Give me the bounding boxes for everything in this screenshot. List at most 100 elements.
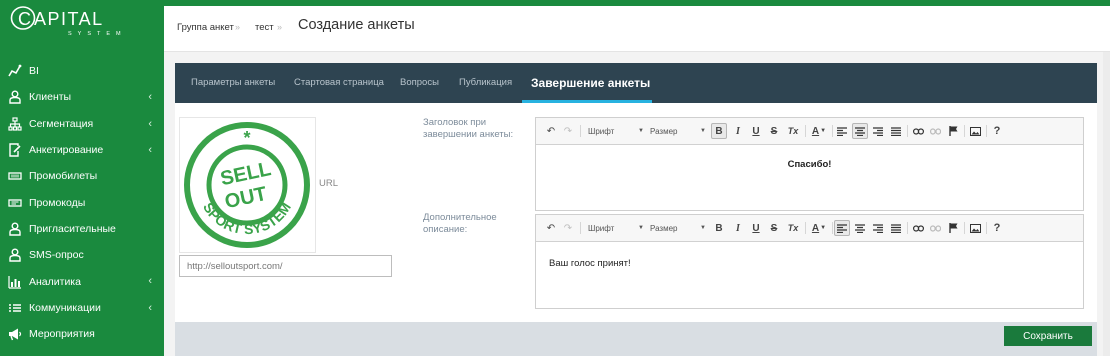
toolbar-separator <box>964 222 965 234</box>
align-center-icon[interactable] <box>853 220 867 236</box>
text-color-button[interactable]: A ▼ <box>809 123 829 139</box>
sidebar-item-label: Аналитика <box>29 275 81 288</box>
undo-icon[interactable]: ↶ <box>544 123 558 139</box>
image-url-input[interactable] <box>179 255 392 277</box>
align-justify-icon[interactable] <box>889 220 903 236</box>
tab-survey-parameters[interactable]: Параметры анкеты <box>191 77 275 88</box>
caret-down-icon: ▼ <box>638 128 644 134</box>
image-icon[interactable] <box>968 220 982 236</box>
toolbar-separator <box>832 125 833 137</box>
link-icon[interactable] <box>911 123 925 139</box>
sidebar-item-label: Мероприятия <box>29 328 95 341</box>
strikethrough-button[interactable]: S <box>767 220 781 236</box>
undo-icon[interactable]: ↶ <box>544 220 558 236</box>
sidebar-item-label: SMS-опрос <box>29 249 84 262</box>
save-button[interactable]: Сохранить <box>1004 326 1092 346</box>
barcode-icon <box>8 196 22 210</box>
url-label: URL <box>319 178 339 189</box>
align-left-icon[interactable] <box>834 220 850 236</box>
image-icon[interactable] <box>968 123 982 139</box>
align-justify-icon[interactable] <box>889 123 903 139</box>
sidebar-item-analytics[interactable]: Аналитика ‹ <box>0 268 164 294</box>
additional-description-editor: ↶ ↷ Шрифт ▼ Размер ▼ B I U S Tx A ▼ ? Ваш г… <box>535 214 1084 309</box>
toolbar-separator <box>805 222 806 234</box>
underline-button[interactable]: U <box>749 123 763 139</box>
breadcrumb-test[interactable]: тест <box>255 22 274 33</box>
breadcrumb-survey-group[interactable]: Группа анкет <box>177 22 234 33</box>
size-dropdown[interactable]: Размер ▼ <box>650 220 706 236</box>
unlink-icon[interactable] <box>928 220 942 236</box>
text-color-button[interactable]: A ▼ <box>809 220 829 236</box>
sitemap-icon <box>8 117 22 131</box>
italic-button[interactable]: I <box>731 123 745 139</box>
strikethrough-button[interactable]: S <box>767 123 781 139</box>
size-dropdown[interactable]: Размер ▼ <box>650 123 706 139</box>
sidebar-item-segmentation[interactable]: Сегментация ‹ <box>0 111 164 137</box>
svg-text:*: * <box>243 128 250 148</box>
underline-button[interactable]: U <box>749 220 763 236</box>
bold-button[interactable]: B <box>711 220 727 236</box>
align-left-icon[interactable] <box>835 123 849 139</box>
sellout-sport-logo: * SELL OUT SPORT SYSTEM <box>184 122 310 248</box>
font-dropdown[interactable]: Шрифт ▼ <box>588 123 644 139</box>
align-center-icon[interactable] <box>852 123 868 139</box>
sidebar-item-promotickets[interactable]: Промобилеты <box>0 163 164 189</box>
font-dropdown[interactable]: Шрифт ▼ <box>588 220 644 236</box>
size-dropdown-label: Размер <box>650 126 678 136</box>
completion-image[interactable]: * SELL OUT SPORT SYSTEM <box>179 117 316 253</box>
tab-survey-completion[interactable]: Завершение анкеты <box>531 76 650 90</box>
caret-down-icon: ▼ <box>820 225 827 231</box>
editor-toolbar: ↶ ↷ Шрифт ▼ Размер ▼ B I U S Tx A ▼ ? <box>536 118 1083 145</box>
completion-header-body[interactable]: Спасибо! <box>536 145 1083 210</box>
chevron-left-icon: ‹ <box>148 91 152 104</box>
tab-publication[interactable]: Публикация <box>459 77 512 88</box>
text-color-label: A <box>811 125 820 137</box>
sidebar-item-invitations[interactable]: Пригласительные <box>0 216 164 242</box>
sidebar-item-label: Сегментация <box>29 117 94 130</box>
align-right-icon[interactable] <box>871 220 885 236</box>
sidebar-item-promocodes[interactable]: Промокоды <box>0 189 164 215</box>
clear-format-button[interactable]: Tx <box>785 123 801 139</box>
unlink-icon[interactable] <box>928 123 942 139</box>
capital-logo[interactable]: C APITAL SYSTEM <box>10 4 140 40</box>
redo-icon[interactable]: ↷ <box>561 220 575 236</box>
sidebar-item-clients[interactable]: Клиенты ‹ <box>0 84 164 110</box>
tab-start-page[interactable]: Стартовая страница <box>294 77 384 88</box>
breadcrumb-separator: » <box>277 22 283 32</box>
sidebar-item-events[interactable]: Мероприятия <box>0 321 164 347</box>
help-button[interactable]: ? <box>990 123 1004 139</box>
user-sms-icon <box>8 248 22 262</box>
link-icon[interactable] <box>911 220 925 236</box>
font-dropdown-label: Шрифт <box>588 126 615 136</box>
sidebar-item-sms-survey[interactable]: SMS-опрос <box>0 242 164 268</box>
align-right-icon[interactable] <box>871 123 885 139</box>
sidebar-item-surveys[interactable]: Анкетирование ‹ <box>0 137 164 163</box>
sidebar-item-bi[interactable]: BI <box>0 58 164 84</box>
sidebar: C APITAL SYSTEM BI Клиенты ‹ Сегментация… <box>0 0 164 356</box>
bar-chart-icon <box>8 275 22 289</box>
size-dropdown-label: Размер <box>650 223 678 233</box>
bold-button[interactable]: B <box>711 123 727 139</box>
additional-description-body[interactable]: Ваш голос принят! <box>536 242 1083 308</box>
tab-questions[interactable]: Вопросы <box>400 77 439 88</box>
sidebar-item-label: Промобилеты <box>29 170 98 183</box>
sidebar-item-label: Анкетирование <box>29 144 104 157</box>
page-scrollbar[interactable] <box>1103 52 1110 356</box>
toolbar-separator <box>805 125 806 137</box>
svg-text:SYSTEM: SYSTEM <box>68 31 127 37</box>
flag-icon[interactable] <box>946 220 960 236</box>
sidebar-item-communications[interactable]: Коммуникации ‹ <box>0 295 164 321</box>
help-button[interactable]: ? <box>990 220 1004 236</box>
toolbar-separator <box>964 125 965 137</box>
italic-button[interactable]: I <box>731 220 745 236</box>
toolbar-separator <box>986 125 987 137</box>
flag-icon[interactable] <box>946 123 960 139</box>
editor-toolbar: ↶ ↷ Шрифт ▼ Размер ▼ B I U S Tx A ▼ ? <box>536 215 1083 242</box>
toolbar-separator <box>580 222 581 234</box>
ticket-icon <box>8 169 22 183</box>
svg-text:SELL: SELL <box>218 158 273 190</box>
page-title: Создание анкеты <box>298 17 415 33</box>
redo-icon[interactable]: ↷ <box>561 123 575 139</box>
clear-format-button[interactable]: Tx <box>785 220 801 236</box>
sidebar-item-label: Коммуникации <box>29 301 101 314</box>
